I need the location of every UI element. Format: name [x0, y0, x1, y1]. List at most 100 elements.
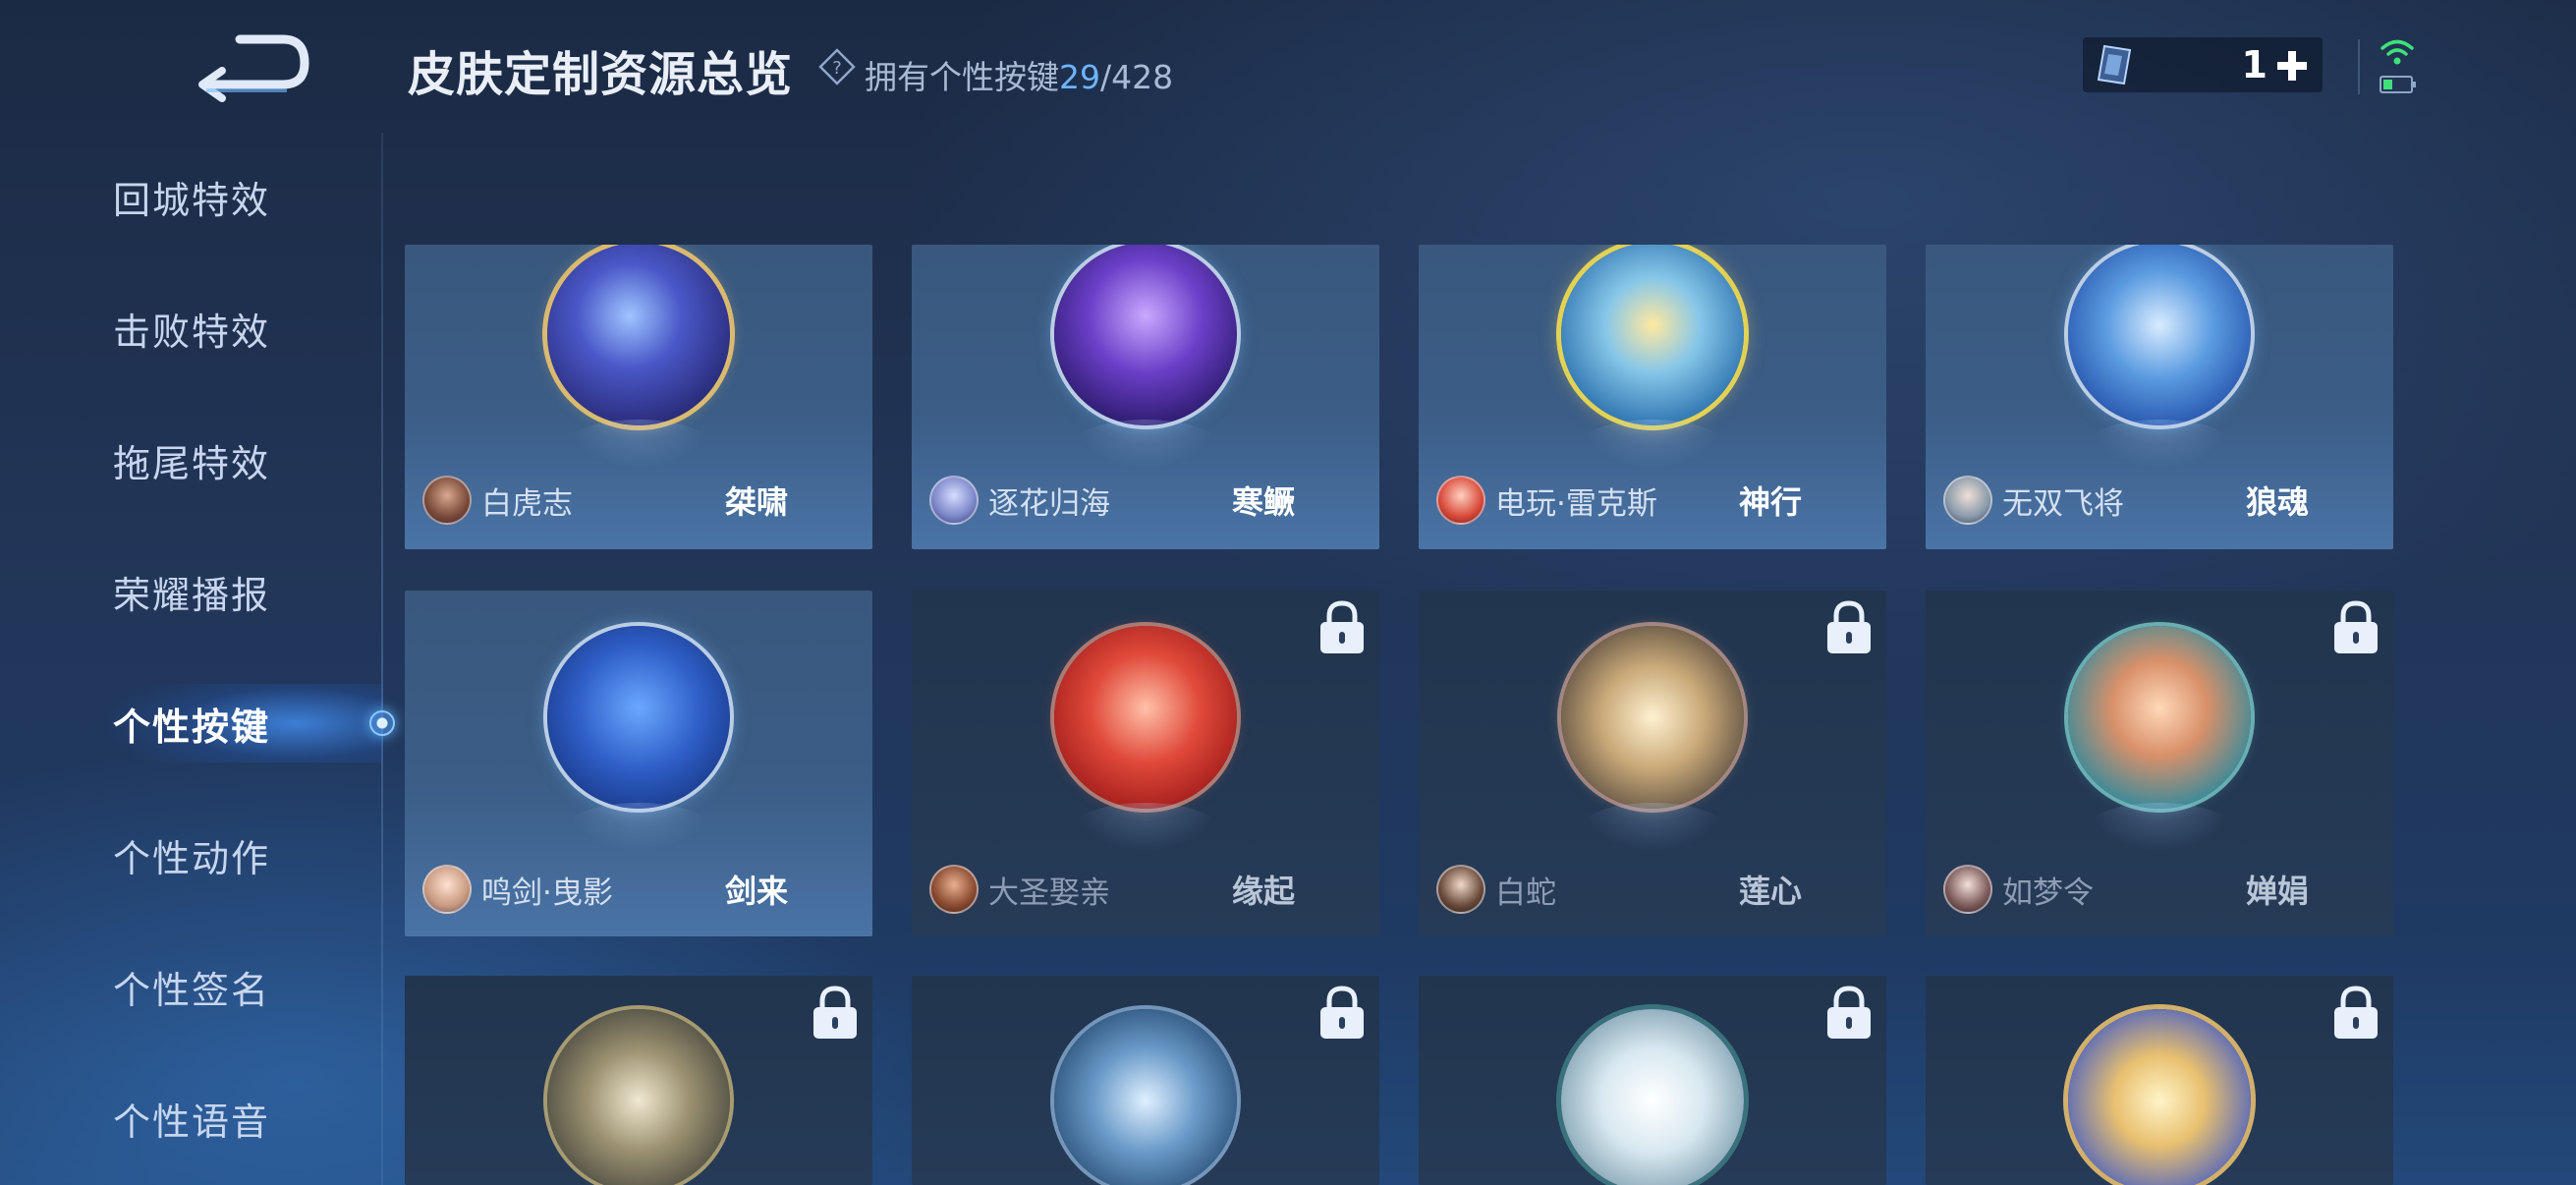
hero-row: 白蛇 莲心 — [1436, 862, 1869, 917]
orb-reflection — [1581, 420, 1724, 469]
lock-icon — [1827, 986, 1871, 1039]
skin-name: 缘起 — [1231, 873, 1295, 910]
button-preview-icon — [547, 626, 730, 809]
sidebar-item-label: 个性签名 — [112, 968, 270, 1012]
currency-value: 1 — [2241, 43, 2268, 86]
hero-row: 无双飞将 狼魂 — [1943, 473, 2376, 528]
sidebar-item-glory-broadcast[interactable]: 荣耀播报 — [0, 552, 383, 631]
skin-name: 剑来 — [724, 873, 788, 910]
button-preview-icon — [1561, 245, 1744, 425]
hero-name: 鸣剑·曳影 — [481, 875, 613, 911]
skin-card[interactable]: 鸣剑·曳影 剑来 — [405, 591, 872, 936]
skin-card[interactable] — [912, 976, 1379, 1185]
sidebar-item-custom-voice[interactable]: 个性语音 — [0, 1079, 383, 1157]
sidebar-item-trail-effect[interactable]: 拖尾特效 — [0, 421, 383, 499]
hero-name: 白蛇 — [1495, 875, 1556, 911]
hero-row: 大圣娶亲 缘起 — [929, 862, 1362, 917]
orb-reflection — [1074, 803, 1217, 852]
skin-card[interactable]: 白蛇 莲心 — [1419, 591, 1886, 936]
sidebar-item-label: 个性动作 — [112, 836, 270, 880]
hero-avatar — [929, 865, 979, 914]
hero-avatar — [1436, 865, 1485, 914]
sidebar-item-label: 击败特效 — [112, 310, 270, 354]
lock-icon — [1320, 600, 1364, 653]
hero-row: 如梦令 婵娟 — [1943, 862, 2376, 917]
button-preview-icon — [1561, 626, 1744, 809]
hero-name: 逐花归海 — [988, 485, 1110, 522]
orb-reflection — [567, 420, 710, 469]
sidebar-item-label: 回城特效 — [112, 178, 270, 222]
sidebar-item-custom-button[interactable]: 个性按键 — [0, 684, 383, 762]
hero-row: 白虎志 桀啸 — [422, 473, 855, 528]
crystal-card-icon — [2097, 44, 2132, 85]
hero-avatar — [1943, 476, 1992, 525]
orb-reflection — [1074, 420, 1217, 469]
page-title: 皮肤定制资源总览 — [408, 47, 794, 102]
active-indicator-icon — [369, 710, 395, 736]
back-arrow-icon — [198, 34, 309, 102]
sidebar-item-label: 个性语音 — [112, 1100, 270, 1144]
wifi-icon — [2380, 39, 2414, 65]
skin-card[interactable]: 电玩·雷克斯 神行 — [1419, 245, 1886, 549]
button-preview-icon — [547, 1009, 730, 1185]
sidebar-item-custom-action[interactable]: 个性动作 — [0, 816, 383, 894]
back-button[interactable] — [193, 26, 310, 104]
skin-card[interactable]: 逐花归海 寒鳜 — [912, 245, 1379, 549]
orb-reflection — [1581, 803, 1724, 852]
sidebar-item-label: 拖尾特效 — [112, 441, 270, 485]
lock-icon — [2334, 600, 2378, 653]
skin-card[interactable]: 如梦令 婵娟 — [1926, 591, 2393, 936]
hero-avatar — [422, 476, 472, 525]
hero-avatar — [422, 865, 472, 914]
skin-card[interactable]: 白虎志 桀啸 — [405, 245, 872, 549]
question-diamond-icon[interactable]: ? — [817, 47, 857, 86]
hero-name: 大圣娶亲 — [988, 875, 1110, 911]
button-preview-icon — [1054, 245, 1237, 425]
sidebar-item-label: 个性按键 — [112, 705, 270, 749]
sidebar-item-recall-effect[interactable]: 回城特效 — [0, 157, 383, 236]
orb-reflection — [2088, 803, 2231, 852]
owned-label: 拥有个性按键 — [865, 58, 1059, 96]
hero-avatar — [1436, 476, 1485, 525]
button-preview-icon — [1054, 626, 1237, 809]
skin-card[interactable]: 大圣娶亲 缘起 — [912, 591, 1379, 936]
header-divider — [2358, 39, 2360, 94]
hero-name: 无双飞将 — [2002, 485, 2124, 522]
skin-card[interactable] — [1926, 976, 2393, 1185]
hero-row: 逐花归海 寒鳜 — [929, 473, 1362, 528]
owned-count: 29 — [1059, 58, 1100, 96]
lock-icon — [813, 986, 857, 1039]
button-preview-icon — [1561, 1009, 1744, 1185]
orb-reflection — [2088, 420, 2231, 469]
skin-name: 狼魂 — [2245, 483, 2309, 521]
hero-name: 如梦令 — [2002, 875, 2094, 911]
skin-name: 神行 — [1738, 483, 1802, 521]
battery-icon — [2380, 76, 2416, 93]
hero-row: 鸣剑·曳影 剑来 — [422, 862, 855, 917]
plus-icon[interactable] — [2275, 49, 2309, 83]
skin-name: 寒鳜 — [1231, 483, 1295, 521]
hero-name: 电玩·雷克斯 — [1495, 485, 1657, 522]
hero-row: 电玩·雷克斯 神行 — [1436, 473, 1869, 528]
currency-box: 1 — [2083, 37, 2323, 92]
skin-name: 桀啸 — [724, 483, 788, 521]
lock-icon — [1827, 600, 1871, 653]
sidebar-item-custom-signature[interactable]: 个性签名 — [0, 947, 383, 1026]
owned-total: /428 — [1100, 58, 1174, 96]
button-preview-icon — [547, 245, 730, 425]
button-preview-icon — [1054, 1009, 1237, 1185]
orb-reflection — [567, 803, 710, 852]
button-preview-icon — [2068, 245, 2251, 425]
button-preview-icon — [2068, 626, 2251, 809]
svg-text:?: ? — [832, 58, 842, 79]
button-preview-icon — [2068, 1009, 2251, 1185]
sidebar-item-label: 荣耀播报 — [112, 573, 270, 617]
skin-card[interactable] — [405, 976, 872, 1185]
owned-counter: 拥有个性按键29/428 — [865, 51, 1173, 98]
sidebar-item-defeat-effect[interactable]: 击败特效 — [0, 289, 383, 367]
skin-card[interactable] — [1419, 976, 1886, 1185]
skin-card[interactable]: 无双飞将 狼魂 — [1926, 245, 2393, 549]
skin-name: 婵娟 — [2245, 873, 2309, 910]
hero-avatar — [1943, 865, 1992, 914]
lock-icon — [2334, 986, 2378, 1039]
